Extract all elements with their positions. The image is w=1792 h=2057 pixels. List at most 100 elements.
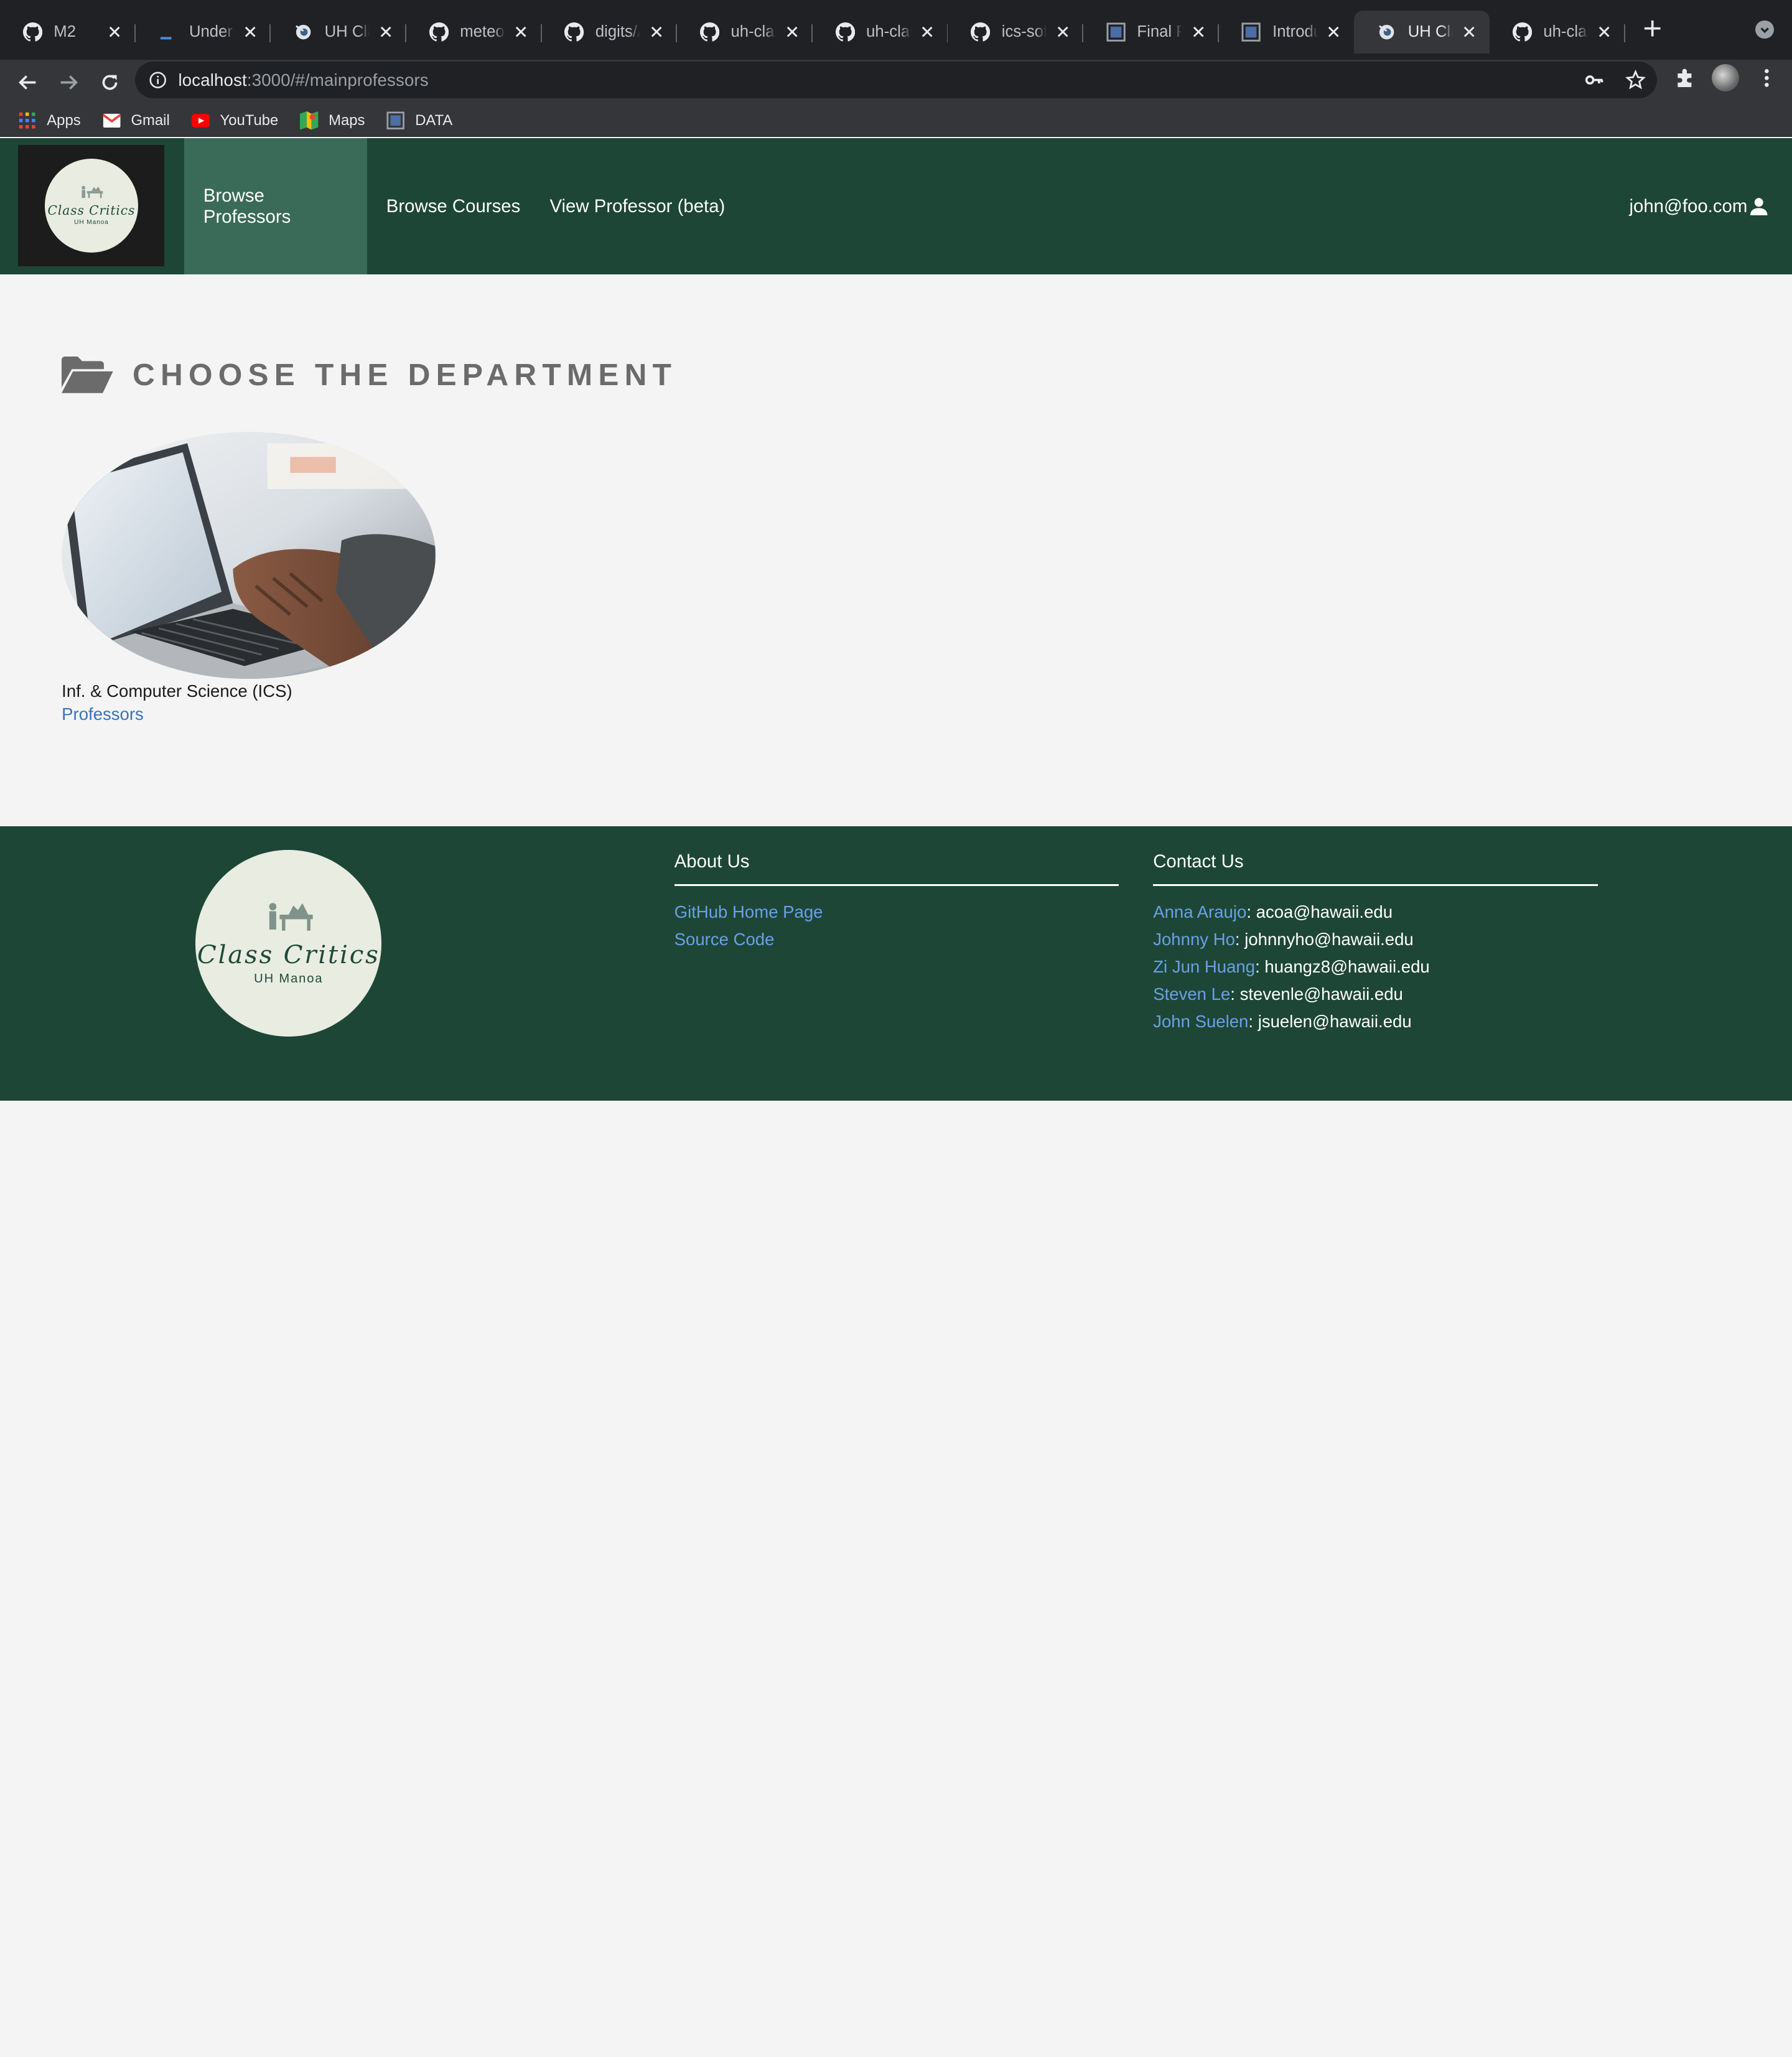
close-icon[interactable] <box>241 23 259 41</box>
main-content: CHOOSE THE DEPARTMENT Inf. & Computer Sc… <box>0 274 1792 826</box>
info-icon[interactable] <box>149 71 167 89</box>
github-icon <box>1512 22 1532 42</box>
forward-button[interactable] <box>49 63 88 101</box>
contact-email: : stevenle@hawaii.edu <box>1230 984 1403 1004</box>
section-header: CHOOSE THE DEPARTMENT <box>62 357 677 393</box>
github-icon <box>564 22 584 42</box>
nav-label: View Professor (beta) <box>549 195 726 217</box>
tab-title: ics-soft <box>1001 22 1047 40</box>
page-icon <box>386 111 405 130</box>
reload-button[interactable] <box>90 63 129 101</box>
bookmark-maps[interactable]: Maps <box>300 111 365 130</box>
kebab-menu-icon[interactable] <box>1755 67 1778 90</box>
bookmark-apps[interactable]: Apps <box>18 111 81 129</box>
url-text[interactable]: localhost:3000/#/mainprofessors <box>178 70 428 90</box>
browser-tab[interactable]: ics-soft <box>948 11 1085 54</box>
browser-tab[interactable]: Underscore <box>136 11 272 54</box>
bookmark-label: Gmail <box>131 112 170 129</box>
bookmark-label: Apps <box>47 112 81 129</box>
footer-about: About Us GitHub Home Page Source Code <box>674 851 1119 953</box>
tab-title: UH Class <box>1407 22 1454 40</box>
url-host: localhost <box>178 70 247 90</box>
contact-email: : acoa@hawaii.edu <box>1246 902 1393 921</box>
new-tab-button[interactable] <box>1636 14 1668 45</box>
browser-tab[interactable]: uh-class <box>813 11 949 54</box>
browser-tab[interactable]: uh-class <box>677 11 813 54</box>
meteor-icon <box>1377 22 1396 42</box>
plus-icon <box>1644 20 1661 37</box>
tab-strip: M2 Underscore UH Class Critics meteor- d… <box>0 0 1792 60</box>
address-bar[interactable]: localhost:3000/#/mainprofessors <box>134 62 1658 98</box>
navbar-logo[interactable]: Class Critics UH Manoa <box>18 145 165 266</box>
close-icon[interactable] <box>783 23 801 41</box>
browser-tab[interactable]: M2 <box>0 11 136 54</box>
contact-name-link[interactable]: Johnny Ho <box>1153 930 1235 949</box>
bookmark-data[interactable]: DATA <box>386 111 453 130</box>
tab-search-button[interactable] <box>1755 21 1774 39</box>
bookmark-gmail[interactable]: Gmail <box>102 111 170 129</box>
professors-link[interactable]: Professors <box>62 704 436 724</box>
browser-tab[interactable]: uh-class <box>1490 11 1626 54</box>
close-icon[interactable] <box>1595 23 1613 41</box>
department-card[interactable]: Inf. & Computer Science (ICS) Professors <box>62 432 436 724</box>
user-icon <box>1750 198 1768 216</box>
contact-row: Anna Araujo: acoa@hawaii.edu <box>1153 898 1597 926</box>
laptop-photo-illustration <box>62 432 436 679</box>
back-button[interactable] <box>8 63 47 101</box>
contact-email: : huangz8@hawaii.edu <box>1255 957 1430 977</box>
bookmark-youtube[interactable]: YouTube <box>191 111 278 129</box>
meteor-icon <box>294 22 313 42</box>
contact-name-link[interactable]: Anna Araujo <box>1153 902 1246 921</box>
browser-tab-active[interactable]: UH Class <box>1354 10 1490 54</box>
contact-email: : jsuelen@hawaii.edu <box>1248 1012 1412 1032</box>
close-icon[interactable] <box>1189 23 1207 41</box>
close-icon[interactable] <box>1460 23 1478 41</box>
tab-title: uh-class <box>730 22 777 40</box>
close-icon[interactable] <box>1053 23 1071 41</box>
close-icon[interactable] <box>512 23 530 41</box>
tab-title: Final Pro <box>1137 22 1182 40</box>
github-icon <box>971 22 991 42</box>
close-icon[interactable] <box>918 23 936 41</box>
contact-name-link[interactable]: Zi Jun Huang <box>1153 957 1255 976</box>
source-code-link[interactable]: Source Code <box>674 930 775 949</box>
apps-grid-icon <box>18 111 36 129</box>
github-home-link[interactable]: GitHub Home Page <box>674 902 823 921</box>
youtube-icon <box>191 111 210 129</box>
browser-tab[interactable]: Final Pro <box>1083 11 1220 54</box>
star-icon[interactable] <box>1625 70 1646 90</box>
desk-figure-icon <box>82 186 103 198</box>
bookmark-label: DATA <box>415 112 453 129</box>
browser-toolbar: localhost:3000/#/mainprofessors <box>0 59 1792 105</box>
desk-figure-icon <box>269 902 313 931</box>
profile-avatar[interactable] <box>1712 63 1740 91</box>
tab-title: digits/A <box>595 22 641 40</box>
maps-icon <box>300 111 319 130</box>
nav-view-professor[interactable]: View Professor (beta) <box>530 138 744 274</box>
browser-tab[interactable]: meteor- <box>406 11 543 54</box>
nav-browse-courses[interactable]: Browse Courses <box>367 138 540 274</box>
key-icon[interactable] <box>1584 70 1605 90</box>
department-image[interactable] <box>62 432 436 679</box>
user-menu[interactable]: john@foo.com <box>1629 138 1768 274</box>
bookmarks-bar: Apps Gmail YouTube Maps DATA <box>0 105 1792 138</box>
contact-name-link[interactable]: John Suelen <box>1153 1012 1248 1031</box>
tab-title: M2 <box>54 22 77 40</box>
footer-logo-subtitle: UH Manoa <box>254 971 324 986</box>
tab-title: meteor- <box>460 22 505 40</box>
github-icon <box>429 22 449 42</box>
close-icon[interactable] <box>376 23 394 41</box>
browser-tab[interactable]: UH Class Critics <box>271 11 407 54</box>
contact-name-link[interactable]: Steven Le <box>1153 984 1230 1004</box>
browser-tab[interactable]: Introduc <box>1219 11 1355 54</box>
browser-tab[interactable]: digits/A <box>542 11 678 54</box>
nav-browse-professors[interactable]: Browse Professors <box>184 138 367 274</box>
underscore-icon <box>158 22 177 42</box>
extensions-icon[interactable] <box>1673 67 1696 90</box>
close-icon[interactable] <box>1325 23 1343 41</box>
nav-label: Browse Professors <box>203 185 291 227</box>
close-icon[interactable] <box>647 23 665 41</box>
close-icon[interactable] <box>106 23 124 41</box>
footer-contact: Contact Us Anna Araujo: acoa@hawaii.edu … <box>1153 851 1598 1035</box>
tab-title: UH Class Critics <box>324 22 370 40</box>
